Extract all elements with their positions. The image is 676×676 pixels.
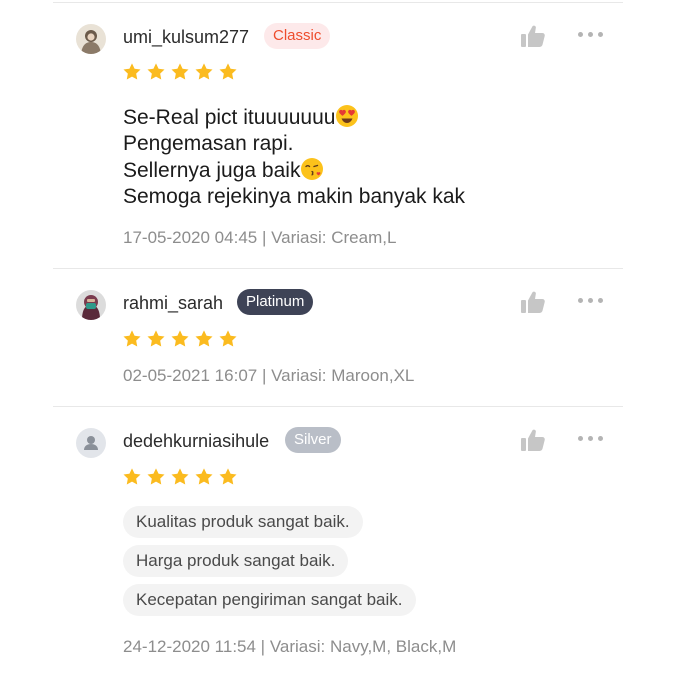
avatar-photo [76, 24, 106, 54]
comment-line: Sellernya juga baik [123, 157, 465, 184]
review-divider [53, 268, 623, 269]
more-options-icon[interactable] [578, 27, 608, 41]
thumbs-up-icon[interactable] [520, 290, 546, 314]
review-meta: 02-05-2021 16:07 | Variasi: Maroon,XL [123, 366, 415, 385]
comment-line: Se-Real pict ituuuuuuu [123, 104, 465, 131]
star-icon [170, 467, 190, 487]
review-username[interactable]: rahmi_sarah [123, 292, 223, 314]
star-icon [146, 467, 166, 487]
avatar[interactable] [76, 428, 106, 458]
avatar[interactable] [76, 290, 106, 320]
review-tag: Kecepatan pengiriman sangat baik. [123, 584, 416, 616]
heart-eyes-emoji-icon [336, 105, 359, 127]
star-icon [170, 329, 190, 349]
review-divider [53, 406, 623, 407]
membership-badge: Classic [264, 23, 331, 49]
membership-badge: Silver [285, 427, 341, 453]
review-comment: Se-Real pict ituuuuuuu Pengemasan rapi. … [123, 104, 465, 210]
review-meta: 17-05-2020 04:45 | Variasi: Cream,L [123, 228, 397, 247]
star-icon [146, 62, 166, 82]
star-icon [218, 467, 238, 487]
more-options-icon[interactable] [578, 431, 608, 445]
thumbs-up-icon[interactable] [520, 24, 546, 48]
star-icon [218, 329, 238, 349]
review-tag: Kualitas produk sangat baik. [123, 506, 363, 538]
review-meta: 24-12-2020 11:54 | Variasi: Navy,M, Blac… [123, 637, 457, 656]
star-icon [170, 62, 190, 82]
star-rating [122, 467, 238, 487]
star-icon [194, 329, 214, 349]
star-icon [194, 467, 214, 487]
membership-badge: Platinum [237, 289, 314, 315]
more-options-icon[interactable] [578, 293, 608, 307]
top-divider [53, 2, 623, 3]
star-icon [146, 329, 166, 349]
star-icon [218, 62, 238, 82]
avatar-photo [76, 290, 106, 320]
review-username[interactable]: dedehkurniasihule [123, 430, 269, 452]
star-icon [122, 329, 142, 349]
default-user-icon [76, 428, 106, 458]
star-rating [122, 62, 238, 82]
star-icon [194, 62, 214, 82]
thumbs-up-icon[interactable] [520, 428, 546, 452]
star-icon [122, 467, 142, 487]
comment-line: Pengemasan rapi. [123, 132, 294, 155]
avatar[interactable] [76, 24, 106, 54]
star-icon [122, 62, 142, 82]
review-tag: Harga produk sangat baik. [123, 545, 349, 577]
star-rating [122, 329, 238, 349]
comment-line: Semoga rejekinya makin banyak kak [123, 185, 466, 208]
kissing-heart-emoji-icon [301, 158, 324, 180]
review-username[interactable]: umi_kulsum277 [123, 26, 249, 48]
